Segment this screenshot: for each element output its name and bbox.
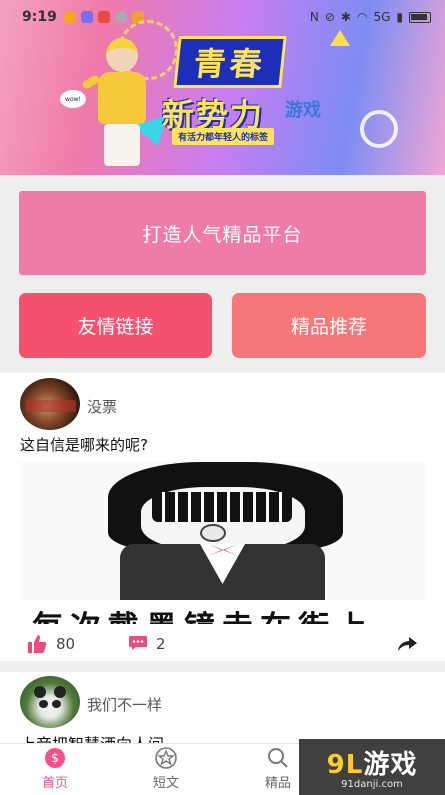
signal-label: 5G — [373, 10, 391, 24]
banner-watermark: 游戏 — [285, 100, 321, 121]
notification-app-icon — [80, 11, 93, 23]
site-watermark: 9L游戏 91danji.com — [299, 739, 445, 795]
share-icon[interactable] — [396, 635, 418, 653]
post-username[interactable]: 没票 — [87, 396, 117, 417]
comment-count: 2 — [156, 635, 166, 653]
banner-title-box: 青春 — [173, 36, 287, 88]
notification-app-icon — [63, 11, 76, 23]
wifi-icon: ◠ — [356, 10, 368, 24]
avatar[interactable] — [20, 676, 80, 728]
recommended-button[interactable]: 精品推荐 — [232, 293, 426, 358]
mute-icon: ⊘ — [324, 10, 335, 24]
status-right: N ⊘ ✱ ◠ 5G ▮ — [310, 10, 431, 24]
star-icon — [155, 747, 177, 769]
bluetooth-icon: ✱ — [340, 10, 351, 24]
banner-sign: wow! — [60, 90, 86, 108]
tab-home[interactable]: $ 首页 — [20, 746, 90, 791]
status-time: 9:19 — [22, 9, 57, 25]
nfc-icon: N — [309, 10, 319, 24]
banner-circle-decoration — [360, 110, 398, 148]
comment-icon[interactable] — [128, 635, 148, 651]
banner-title-line1: 青春 — [191, 45, 268, 83]
tab-home-label: 首页 — [41, 776, 68, 791]
post-image-caption: 每次戴墨镜走在街上 — [32, 602, 422, 624]
sunglasses-illustration — [152, 492, 292, 522]
notification-app-icon — [97, 11, 110, 23]
post-image[interactable]: 每次戴墨镜走在街上 — [20, 462, 425, 624]
tab-short-label: 短文 — [152, 776, 179, 791]
banner-girl-illustration: wow! — [60, 38, 162, 168]
promo-banner[interactable]: 9:19 N ⊘ ✱ ◠ 5G ▮ wow! 青春 新势力 游戏 有活力都年轻人… — [0, 0, 445, 175]
signal-icon: ▮ — [396, 10, 403, 24]
search-icon — [268, 748, 288, 768]
post-actions: 80 2 — [0, 632, 445, 656]
featured-platform-button[interactable]: 打造人气精品平台 — [19, 191, 426, 275]
battery-icon — [409, 11, 431, 23]
thumbs-up-icon[interactable] — [27, 634, 47, 654]
friend-links-button[interactable]: 友情链接 — [19, 293, 212, 358]
avatar[interactable] — [20, 378, 80, 430]
svg-text:$: $ — [51, 751, 59, 765]
status-bar: 9:19 N ⊘ ✱ ◠ 5G ▮ — [0, 0, 445, 34]
app-screen: 9:19 N ⊘ ✱ ◠ 5G ▮ wow! 青春 新势力 游戏 有活力都年轻人… — [0, 0, 445, 795]
watermark-url: 91danji.com — [341, 779, 403, 790]
post-text: 这自信是哪来的呢? — [20, 436, 148, 454]
watermark-logo: 9L游戏 — [326, 750, 418, 780]
post-username[interactable]: 我们不一样 — [87, 694, 162, 715]
like-count: 80 — [56, 635, 76, 653]
notification-chat-icon — [114, 11, 127, 23]
tab-short-text[interactable]: 短文 — [131, 746, 201, 791]
home-coin-icon: $ — [45, 748, 65, 768]
banner-slogan: 有活力都年轻人的标签 — [172, 128, 275, 145]
status-left: 9:19 — [22, 9, 144, 25]
banner-triangle-decoration — [330, 30, 350, 46]
